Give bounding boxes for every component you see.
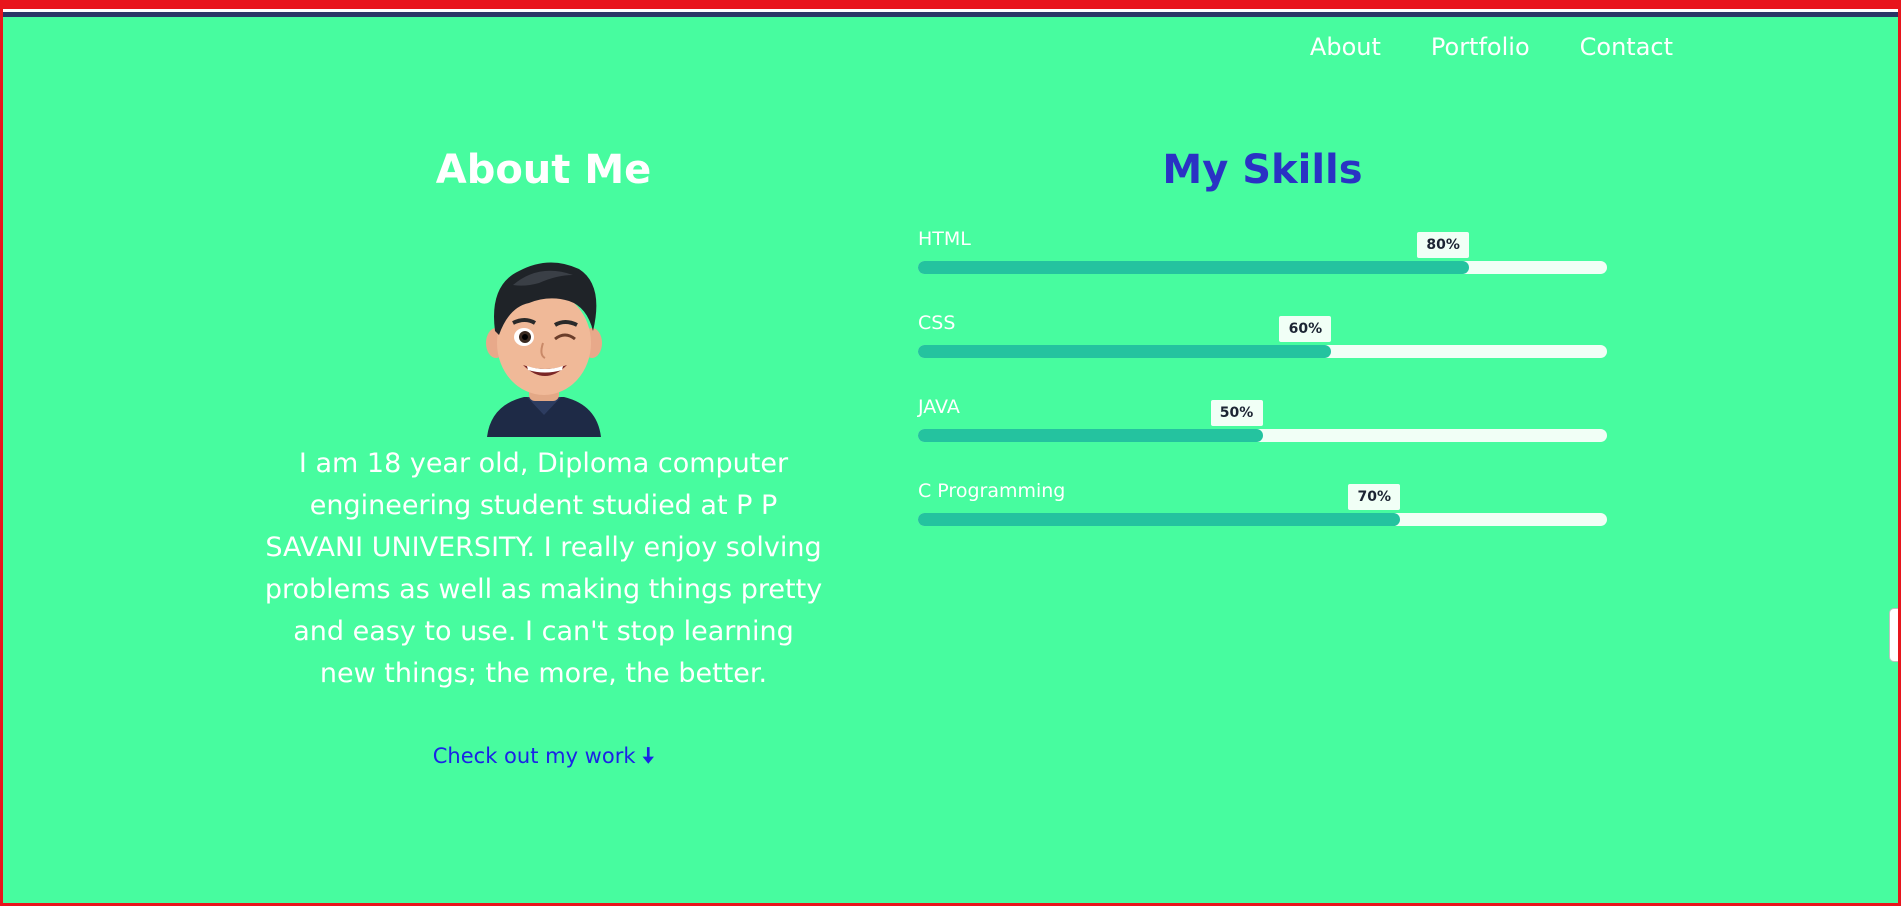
skill-bar-fill (918, 429, 1263, 442)
avatar (469, 245, 619, 437)
skill-bar-track (918, 513, 1607, 526)
skill-name: JAVA (918, 396, 960, 418)
skill-item: CSS 60% (918, 311, 1607, 395)
skill-item: C Programming 70% (918, 479, 1607, 563)
top-stripes (3, 3, 1898, 18)
nav-about-link[interactable]: About (1310, 33, 1381, 61)
check-out-work-label: Check out my work (432, 744, 636, 768)
skill-item: HTML 80% (918, 227, 1607, 311)
page-frame: About Portfolio Contact About Me I am 18… (0, 0, 1901, 906)
skill-list: HTML 80% CSS 60% JAVA 50% C Programming … (918, 227, 1607, 563)
skill-percent-badge: 60% (1279, 316, 1332, 342)
stripe-navy (3, 12, 1898, 17)
skill-percent-badge: 70% (1348, 484, 1401, 510)
skill-bar-track (918, 261, 1607, 274)
skill-item: JAVA 50% (918, 395, 1607, 479)
about-section: About Me I am 18 year old, Diploma compu… (261, 141, 826, 777)
about-bio: I am 18 year old, Diploma computer engin… (264, 448, 823, 689)
skills-heading: My Skills (1162, 147, 1363, 193)
skill-bar-fill (918, 513, 1401, 526)
check-out-work-link[interactable]: Check out my work 🠇 (433, 739, 654, 777)
nav-contact-link[interactable]: Contact (1580, 33, 1673, 61)
skill-name: C Programming (918, 480, 1066, 502)
nav-portfolio-link[interactable]: Portfolio (1431, 33, 1530, 61)
skill-name: CSS (918, 312, 956, 334)
skill-percent-badge: 50% (1210, 400, 1263, 426)
skill-bar-track (918, 345, 1607, 358)
arrow-down-icon: 🠇 (642, 744, 655, 769)
about-heading: About Me (435, 147, 652, 193)
side-scroll-tab[interactable] (1889, 608, 1898, 662)
skill-percent-badge: 80% (1417, 232, 1470, 258)
main-nav: About Portfolio Contact (1310, 33, 1673, 61)
avatar-illustration (485, 262, 602, 437)
skill-bar-fill (918, 261, 1470, 274)
skill-bar-track (918, 429, 1607, 442)
skills-section: My Skills HTML 80% CSS 60% JAVA 50% C Pr… (918, 141, 1607, 563)
skill-name: HTML (918, 228, 971, 250)
skill-bar-fill (918, 345, 1332, 358)
